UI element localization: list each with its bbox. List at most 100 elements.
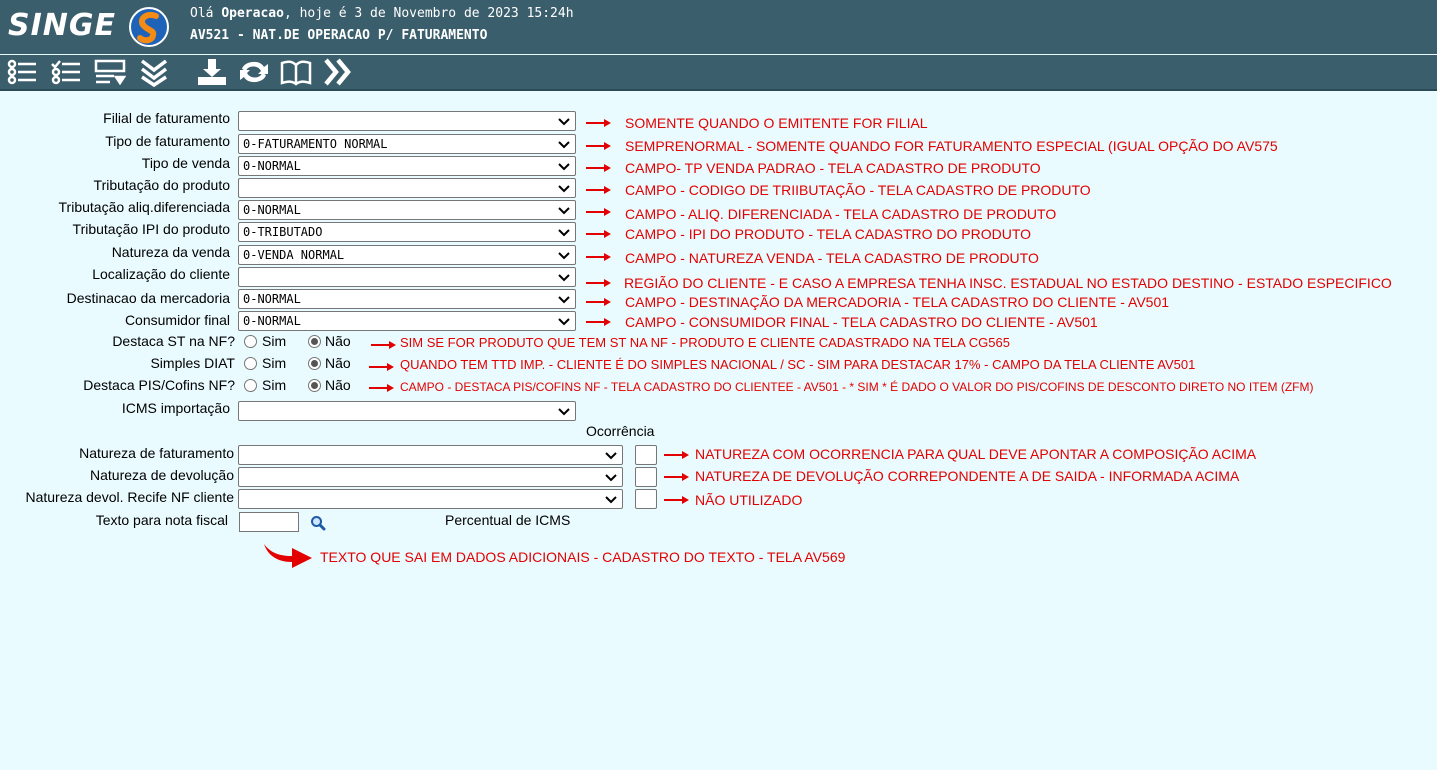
radio-label: Destaca ST na NF? [112,333,235,349]
natureza-venda-select[interactable]: 0-VENDA NORMAL [238,245,576,265]
field-note: CAMPO- TP VENDA PADRAO - TELA CADASTRO D… [625,160,1041,176]
list-check-icon[interactable] [6,57,38,87]
app-logo: SINGE [8,8,116,43]
user-name: Operacao [221,6,284,21]
chevron-down-icon[interactable] [605,493,617,505]
list-check-icon[interactable] [50,57,82,87]
localizacao-cliente-select[interactable] [238,267,576,287]
simples-diat-nao-radio[interactable] [308,357,321,370]
radio-label: Simples DIAT [150,355,235,371]
radio-option-label: Não [325,377,351,393]
percentual-icms-label: Percentual de ICMS [445,512,571,528]
tributacao-ipi-select[interactable]: 0-TRIBUTADO [238,222,576,242]
chevron-down-icon[interactable] [605,471,617,483]
chevron-down-icon[interactable] [558,182,570,194]
arrow-right-icon [586,186,611,194]
radio-note: CAMPO - DESTACA PIS/COFINS NF - TELA CAD… [400,380,1314,394]
field-note: CAMPO - ALIQ. DIFERENCIADA - TELA CADAST… [625,206,1057,222]
field-label: Natureza da venda [111,244,230,260]
arrow-right-icon [586,119,611,127]
field-note: REGIÃO DO CLIENTE - E CASO A EMPRESA TEN… [624,275,1392,291]
ocorrencia-faturamento-input[interactable] [635,445,657,465]
destaca-st-sim-radio[interactable] [244,335,257,348]
chevrons-down-icon[interactable] [138,57,170,88]
field-note: SEMPRENORMAL - SOMENTE QUANDO FOR FATURA… [625,138,1278,154]
destaca-pis-sim-radio[interactable] [244,379,257,392]
filial-faturamento-select[interactable] [238,111,576,131]
arrow-right-icon [664,496,689,504]
arrow-right-icon [664,451,689,459]
chevron-down-icon[interactable] [605,449,617,461]
arrow-right-icon [586,208,611,216]
toolbar [0,55,1437,89]
ocorrencia-header: Ocorrência [586,423,655,439]
chevron-down-icon[interactable] [558,405,570,417]
field-note: CAMPO - NATUREZA VENDA - TELA CADASTRO D… [625,250,1039,266]
natureza-devol-recife-select[interactable] [238,489,623,509]
radio-option-label: Não [325,355,351,371]
tipo-venda-select[interactable]: 0-NORMAL [238,156,576,176]
natureza-faturamento-select[interactable] [238,445,623,465]
download-icon[interactable] [196,57,228,87]
chevron-down-icon[interactable] [558,160,570,172]
arrow-right-icon [369,384,394,392]
radio-note: QUANDO TEM TTD IMP. - CLIENTE É DO SIMPL… [400,357,1196,372]
app-header: SINGE Olá Operacao, hoje é 3 de Novembro… [0,0,1437,54]
field-note: CAMPO - CODIGO DE TRIIBUTAÇÃO - TELA CAD… [625,182,1091,198]
book-icon[interactable] [280,57,312,87]
tipo-faturamento-select[interactable]: 0-FATURAMENTO NORMAL [238,134,576,154]
chevron-down-icon[interactable] [558,138,570,150]
natureza-label: Natureza de devolução [90,467,234,483]
logo-ball-icon [129,7,169,47]
arrow-right-icon [586,164,611,172]
arrow-right-icon [664,473,689,481]
chevron-down-icon[interactable] [558,226,570,238]
natureza-label: Natureza de faturamento [79,445,234,461]
ocorrencia-devol-recife-input[interactable] [635,489,657,509]
destaca-pis-nao-radio[interactable] [308,379,321,392]
field-label: Tipo de venda [141,155,230,171]
simples-diat-sim-radio[interactable] [244,357,257,370]
natureza-note: NATUREZA DE DEVOLUÇÃO CORREPONDENTE A DE… [695,468,1240,484]
chevron-down-icon[interactable] [558,204,570,216]
field-label: Consumidor final [124,312,230,328]
field-label: Tributação aliq.diferenciada [58,199,230,215]
tributacao-aliq-select[interactable]: 0-NORMAL [238,200,576,220]
natureza-note: NÃO UTILIZADO [695,492,803,508]
natureza-devolucao-select[interactable] [238,467,623,487]
radio-option-label: Sim [262,377,287,393]
texto-nota-note: TEXTO QUE SAI EM DADOS ADICIONAIS - CADA… [320,549,846,565]
chevron-down-icon[interactable] [558,293,570,305]
texto-nota-input[interactable] [239,512,299,532]
field-note: SOMENTE QUANDO O EMITENTE FOR FILIAL [625,115,928,131]
tributacao-produto-select[interactable] [238,178,576,198]
chevron-down-icon[interactable] [558,115,570,127]
icms-importacao-select[interactable] [238,401,576,421]
arrow-right-icon [586,318,611,326]
field-label: Tipo de faturamento [105,133,230,149]
field-label: Filial de faturamento [103,110,230,126]
arrow-right-icon [371,341,396,349]
chevron-down-icon[interactable] [558,249,570,261]
arrow-right-icon [369,363,394,371]
arrow-right-icon [586,253,611,261]
radio-option-label: Não [325,333,351,349]
ocorrencia-devolucao-input[interactable] [635,467,657,487]
natureza-note: NATUREZA COM OCORRENCIA PARA QUAL DEVE A… [695,446,1257,462]
natureza-label: Natureza devol. Recife NF cliente [25,489,234,505]
chevron-down-icon[interactable] [558,271,570,283]
destinacao-mercadoria-select[interactable]: 0-NORMAL [238,289,576,309]
chevrons-right-icon[interactable] [322,57,354,87]
field-note: CAMPO - DESTINAÇÃO DA MERCADORIA - TELA … [625,294,1170,310]
search-icon[interactable] [310,515,326,531]
destaca-st-nao-radio[interactable] [308,335,321,348]
screen-title: AV521 - NAT.DE OPERACAO P/ FATURAMENTO [190,28,488,43]
chevron-down-icon[interactable] [558,315,570,327]
consumidor-final-select[interactable]: 0-NORMAL [238,311,576,331]
form-icon[interactable] [94,57,127,87]
field-label: Tributação do produto [93,177,230,193]
arrow-right-icon [586,142,611,150]
field-label: Destinacao da mercadoria [66,290,230,306]
refresh-icon[interactable] [238,57,270,87]
arrow-right-icon [586,298,611,306]
